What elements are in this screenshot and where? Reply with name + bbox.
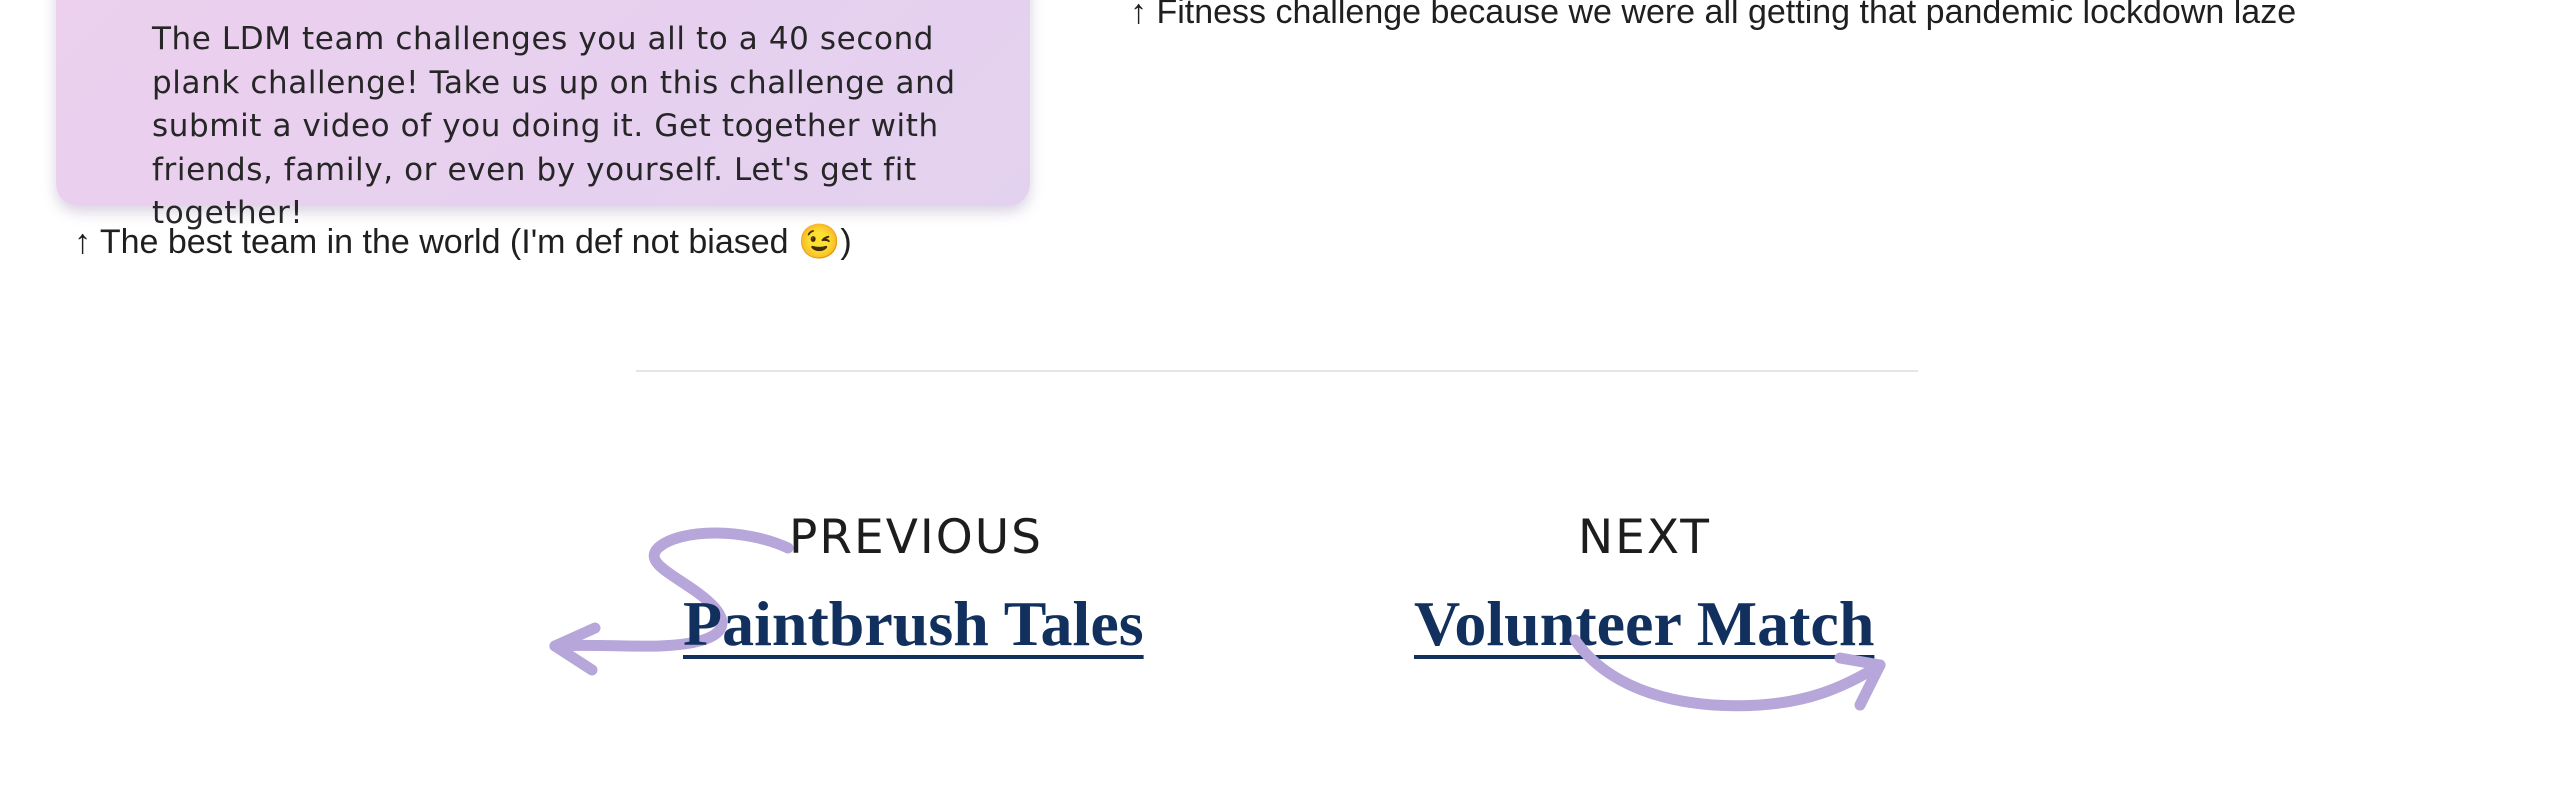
- blog-post-footer: The LDM team challenges you all to a 40 …: [0, 0, 2554, 812]
- challenge-image-caption: ↑ Fitness challenge because we were all …: [1130, 0, 2297, 31]
- team-image-caption: ↑ The best team in the world (I'm def no…: [74, 223, 852, 261]
- previous-post-link[interactable]: Paintbrush Tales: [683, 588, 1144, 660]
- next-label: NEXT: [1578, 510, 1711, 565]
- previous-label: PREVIOUS: [789, 510, 1043, 565]
- challenge-card: The LDM team challenges you all to a 40 …: [56, 0, 1030, 231]
- challenge-text: The LDM team challenges you all to a 40 …: [152, 21, 956, 231]
- swoosh-arrow-right-icon: [1569, 634, 1886, 712]
- section-divider: [636, 370, 1918, 372]
